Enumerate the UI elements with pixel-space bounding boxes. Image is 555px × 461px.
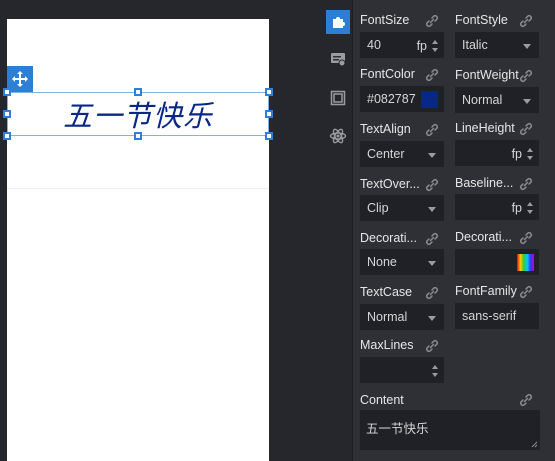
chevron-down-icon xyxy=(523,99,531,104)
spinner-arrows-icon[interactable] xyxy=(526,199,534,217)
resize-handle-top[interactable] xyxy=(134,88,142,96)
link-icon[interactable] xyxy=(518,176,534,192)
design-canvas: 五一节快乐 xyxy=(0,0,320,461)
selected-text-component[interactable]: 五一节快乐 xyxy=(7,92,269,136)
puzzle-icon[interactable] xyxy=(326,10,350,34)
spinner-arrows-icon[interactable] xyxy=(431,37,439,55)
font-weight-select[interactable]: Normal xyxy=(455,87,539,113)
chevron-down-icon xyxy=(523,44,531,49)
decoration-color-label: Decorati... xyxy=(455,230,512,244)
line-height-input[interactable]: fp xyxy=(455,140,539,166)
chevron-down-icon xyxy=(428,153,436,158)
font-style-label: FontStyle xyxy=(455,13,508,27)
max-lines-input[interactable] xyxy=(360,357,444,383)
link-icon[interactable] xyxy=(424,177,440,193)
device-preview xyxy=(7,19,269,461)
font-style-select[interactable]: Italic xyxy=(455,32,539,58)
link-icon[interactable] xyxy=(518,121,534,137)
link-icon[interactable] xyxy=(518,392,534,408)
font-size-label: FontSize xyxy=(360,13,410,27)
decoration-color-input[interactable] xyxy=(455,249,539,275)
chevron-down-icon xyxy=(428,207,436,212)
content-textarea[interactable]: 五一节快乐 xyxy=(360,410,540,450)
resize-handle-bottom[interactable] xyxy=(134,132,142,140)
resize-handle-top-left[interactable] xyxy=(3,88,11,96)
resize-grip-icon[interactable] xyxy=(530,440,538,448)
line-height-label: LineHeight xyxy=(455,121,515,135)
font-size-input[interactable]: 40 fp xyxy=(360,32,444,58)
link-icon[interactable] xyxy=(424,338,440,354)
font-color-input[interactable]: #082787 xyxy=(360,86,444,112)
preview-divider xyxy=(7,188,269,189)
resize-handle-top-right[interactable] xyxy=(265,88,273,96)
text-case-label: TextCase xyxy=(360,285,413,299)
link-icon[interactable] xyxy=(518,230,534,246)
list-settings-icon[interactable] xyxy=(326,47,350,71)
link-icon[interactable] xyxy=(424,67,440,83)
resize-handle-left[interactable] xyxy=(3,110,11,118)
font-color-label: FontColor xyxy=(360,67,415,81)
link-icon[interactable] xyxy=(518,13,534,29)
text-case-select[interactable]: Normal xyxy=(360,304,444,330)
decoration-type-select[interactable]: None xyxy=(360,249,444,275)
panel-tab-strip xyxy=(320,0,352,461)
font-color-swatch[interactable] xyxy=(421,91,438,108)
resize-handle-bottom-right[interactable] xyxy=(265,132,273,140)
spinner-arrows-icon[interactable] xyxy=(431,362,439,380)
text-align-label: TextAlign xyxy=(360,122,411,136)
chevron-down-icon xyxy=(428,261,436,266)
baseline-label: Baseline... xyxy=(455,176,514,190)
frame-icon[interactable] xyxy=(326,86,350,110)
font-family-input[interactable]: sans-serif xyxy=(455,303,539,329)
resize-handle-right[interactable] xyxy=(265,110,273,118)
link-icon[interactable] xyxy=(424,231,440,247)
link-icon[interactable] xyxy=(518,68,534,84)
link-icon[interactable] xyxy=(424,285,440,301)
link-icon[interactable] xyxy=(518,284,534,300)
baseline-input[interactable]: fp xyxy=(455,194,539,220)
text-overflow-select[interactable]: Clip xyxy=(360,195,444,221)
link-icon[interactable] xyxy=(424,122,440,138)
link-icon[interactable] xyxy=(424,13,440,29)
resize-handle-bottom-left[interactable] xyxy=(3,132,11,140)
spinner-arrows-icon[interactable] xyxy=(526,145,534,163)
decoration-type-label: Decorati... xyxy=(360,231,417,245)
chevron-down-icon xyxy=(428,316,436,321)
content-label: Content xyxy=(360,393,404,407)
text-overflow-label: TextOver... xyxy=(360,177,420,191)
font-family-label: FontFamily xyxy=(455,284,517,298)
font-weight-label: FontWeight xyxy=(455,68,519,82)
text-component-content: 五一节快乐 xyxy=(62,99,213,133)
color-palette-icon[interactable] xyxy=(517,254,534,271)
text-align-select[interactable]: Center xyxy=(360,141,444,167)
atom-icon[interactable] xyxy=(326,124,350,148)
max-lines-label: MaxLines xyxy=(360,338,414,352)
